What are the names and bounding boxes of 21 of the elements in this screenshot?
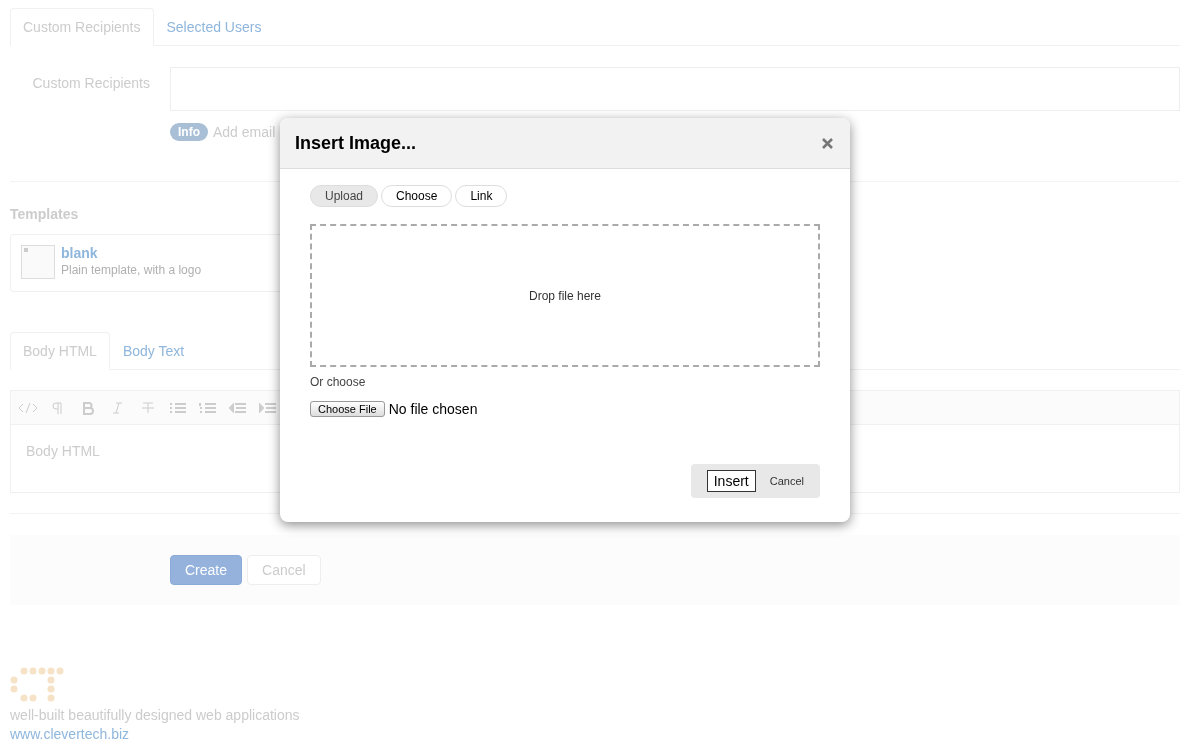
or-choose-label: Or choose bbox=[310, 375, 367, 389]
tab[interactable]: Choose bbox=[381, 185, 453, 207]
drop-text: Drop file here bbox=[528, 288, 601, 303]
insert-button[interactable]: Insert bbox=[706, 470, 756, 492]
dialog-title: Insert Image... bbox=[295, 132, 417, 154]
tab[interactable]: Body Text bbox=[109, 332, 198, 370]
file-status: No file chosen bbox=[388, 401, 478, 417]
drop-zone[interactable]: Drop file here bbox=[310, 224, 820, 367]
tab[interactable]: Link bbox=[455, 185, 508, 207]
cancel-button[interactable]: Cancel bbox=[763, 474, 810, 488]
info-badge: Info bbox=[170, 123, 208, 141]
tab[interactable]: Upload bbox=[310, 185, 379, 207]
create-button[interactable]: Create bbox=[170, 555, 243, 585]
template-thumbnail-icon bbox=[21, 245, 55, 279]
choose-file-button[interactable]: Choose File bbox=[310, 401, 385, 417]
close-icon[interactable] bbox=[821, 136, 834, 150]
template-name[interactable]: blank bbox=[61, 245, 202, 261]
logo-icon bbox=[10, 667, 66, 703]
website-link[interactable]: www.clevertech.biz bbox=[10, 726, 130, 742]
tab[interactable]: Selected Users bbox=[153, 8, 275, 46]
template-description: Plain template, with a logo bbox=[61, 263, 202, 277]
